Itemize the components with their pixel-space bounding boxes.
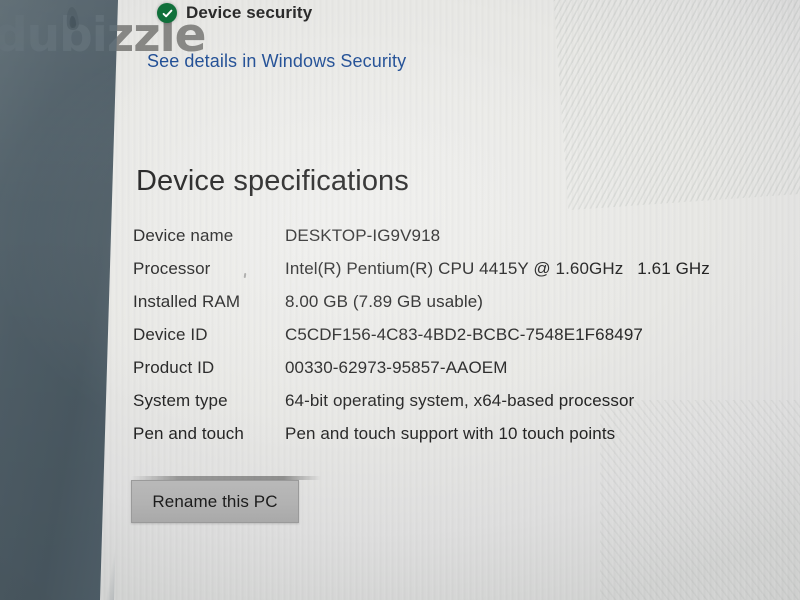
settings-content: Device security See details in Windows S…	[0, 0, 800, 600]
spec-row-device-id: Device ID C5CDF156-4C83-4BD2-BCBC-7548E1…	[133, 325, 710, 358]
spec-row-pen-and-touch: Pen and touch Pen and touch support with…	[133, 424, 710, 457]
spec-label-installed-ram: Installed RAM	[133, 292, 241, 311]
spec-value-processor-model: Intel(R) Pentium(R) CPU 4415Y @ 1.60GHz	[285, 259, 624, 278]
device-specifications-table: Device name DESKTOP-IG9V918 Processor In…	[133, 226, 710, 457]
spec-row-processor: Processor Intel(R) Pentium(R) CPU 4415Y …	[133, 259, 710, 292]
spec-label-device-name: Device name	[133, 226, 234, 245]
windows-security-details-link[interactable]: See details in Windows Security	[147, 51, 406, 72]
spec-label-system-type: System type	[133, 391, 228, 410]
spec-label-device-id: Device ID	[133, 325, 208, 344]
rename-this-pc-button[interactable]: Rename this PC	[131, 480, 299, 523]
spec-value-product-id: 00330-62973-95857-AAOEM	[285, 358, 508, 377]
spec-row-device-name: Device name DESKTOP-IG9V918	[133, 226, 710, 259]
spec-label-pen-and-touch: Pen and touch	[133, 424, 244, 443]
spec-row-system-type: System type 64-bit operating system, x64…	[133, 391, 710, 424]
device-security-header: Device security	[157, 3, 312, 23]
spec-row-installed-ram: Installed RAM 8.00 GB (7.89 GB usable)	[133, 292, 710, 325]
spec-row-product-id: Product ID 00330-62973-95857-AAOEM	[133, 358, 710, 391]
spec-value-processor: Intel(R) Pentium(R) CPU 4415Y @ 1.60GHz 1…	[285, 259, 710, 279]
spec-value-system-type: 64-bit operating system, x64-based proce…	[285, 391, 635, 410]
spec-value-pen-and-touch: Pen and touch support with 10 touch poin…	[285, 424, 616, 443]
spec-value-installed-ram: 8.00 GB (7.89 GB usable)	[285, 292, 484, 311]
spec-label-product-id: Product ID	[133, 358, 215, 377]
spec-value-processor-clock: 1.61 GHz	[637, 259, 710, 278]
spec-label-processor: Processor	[133, 259, 211, 278]
green-check-circle-icon	[157, 3, 177, 23]
device-security-title: Device security	[186, 3, 313, 22]
spec-value-device-name: DESKTOP-IG9V918	[285, 226, 441, 245]
screenshot-root: dubizzle Device security See details in …	[0, 0, 800, 600]
spec-value-device-id: C5CDF156-4C83-4BD2-BCBC-7548E1F68497	[285, 325, 643, 344]
device-specifications-heading: Device specifications	[136, 165, 409, 197]
